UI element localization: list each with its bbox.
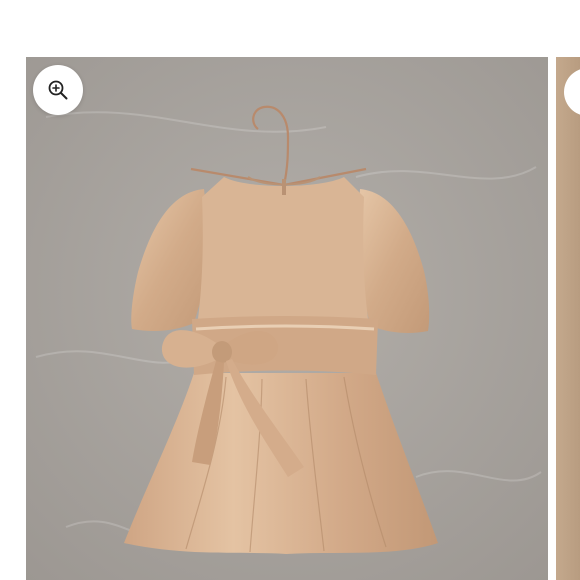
product-image-next[interactable]: [556, 57, 580, 580]
zoom-button[interactable]: [33, 65, 83, 115]
dress-photo: [26, 57, 548, 580]
product-image-gallery: [0, 0, 580, 580]
product-image-main[interactable]: [26, 57, 548, 580]
zoom-in-icon: [48, 80, 68, 100]
next-zoom-button: [564, 68, 580, 116]
